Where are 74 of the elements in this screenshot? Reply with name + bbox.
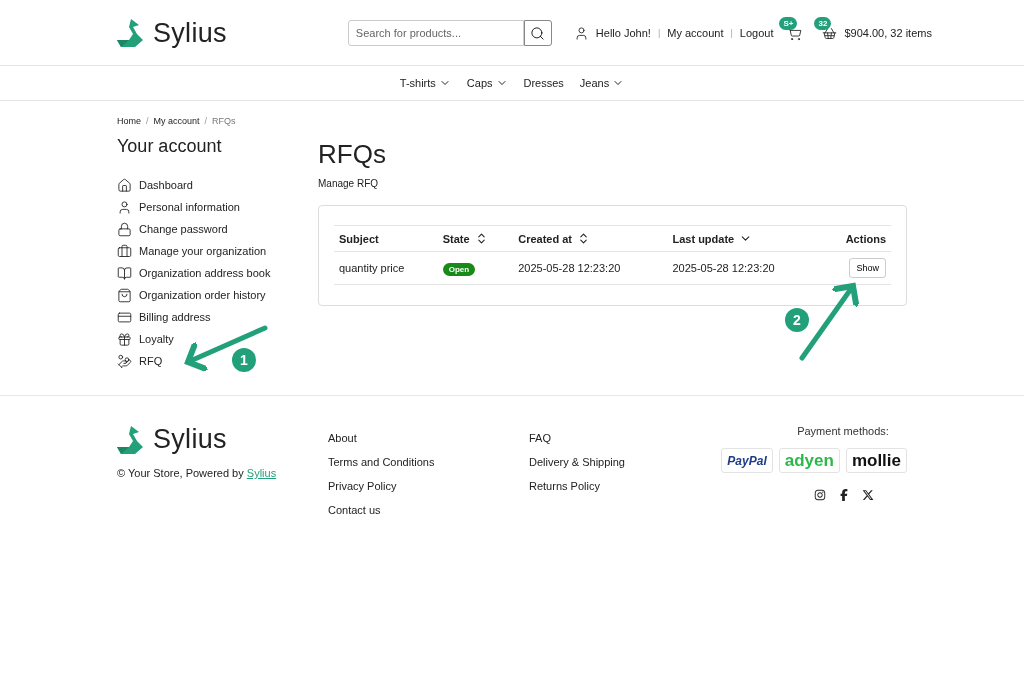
column-header: Actions — [821, 225, 891, 252]
breadcrumb-link[interactable]: Home — [117, 116, 141, 126]
facebook-icon[interactable] — [838, 489, 850, 501]
table-cell: quantity price — [334, 251, 438, 285]
footer-link[interactable]: Privacy Policy — [328, 480, 529, 492]
step-number-badge: 2 — [785, 308, 809, 332]
sidebar-item[interactable]: Organization order history — [117, 284, 266, 306]
page-title: RFQs — [318, 139, 387, 170]
user-icon — [117, 199, 132, 215]
footer-link[interactable]: Terms and Conditions — [328, 456, 529, 468]
sidebar-item[interactable]: Billing address — [117, 306, 211, 328]
card-icon — [117, 309, 132, 325]
payment-logo: mollie — [845, 448, 907, 473]
step-number-badge: 1 — [232, 348, 256, 372]
separator: | — [657, 28, 661, 38]
nav-item[interactable]: Dresses — [523, 77, 564, 89]
sidebar-item[interactable]: RFQ — [117, 350, 163, 372]
x-icon[interactable] — [862, 489, 874, 501]
compare-badge: S+ — [779, 16, 798, 30]
nav-item[interactable]: Caps — [466, 77, 508, 89]
payment-title: Payment methods: — [796, 425, 890, 437]
footer-link[interactable]: Contact us — [328, 504, 529, 516]
book-icon — [117, 265, 132, 281]
footer-link[interactable]: FAQ — [529, 432, 719, 444]
footer-link[interactable]: Delivery & Shipping — [529, 456, 719, 468]
payment-logo: PayPal — [721, 448, 773, 473]
lock-icon — [117, 221, 132, 237]
account-link[interactable]: Logout — [739, 27, 774, 39]
separator: | — [730, 28, 733, 38]
home-icon — [117, 177, 132, 193]
sidebar-item[interactable]: Organization address book — [117, 262, 271, 284]
table-cell: 2025-05-28 12:23:20 — [667, 251, 822, 285]
footer-link[interactable]: About — [328, 432, 529, 444]
breadcrumb-link[interactable]: My account — [153, 116, 200, 126]
account-link[interactable]: My account — [667, 27, 724, 39]
bag-icon — [117, 287, 132, 303]
sidebar-item[interactable]: Manage your organization — [117, 240, 267, 262]
sidebar-item[interactable]: Change password — [117, 218, 228, 240]
breadcrumb-separator: / — [204, 116, 208, 126]
column-header[interactable]: State — [437, 225, 514, 252]
gift-icon — [117, 331, 132, 347]
page-subtitle: Manage RFQ — [318, 178, 380, 189]
footer-link[interactable]: Returns Policy — [529, 480, 719, 492]
sidebar-item[interactable]: Loyalty — [117, 328, 174, 350]
column-header: Subject — [334, 225, 438, 252]
search-icon — [530, 25, 546, 41]
column-header[interactable]: Last update — [667, 225, 822, 252]
sidebar-title: Your account — [117, 136, 223, 157]
user-icon — [573, 25, 589, 41]
show-button[interactable]: Show — [849, 258, 886, 278]
breadcrumb-link[interactable]: RFQs — [212, 116, 236, 126]
table-cell: 2025-05-28 12:23:20 — [513, 251, 668, 285]
copyright-text: © Your Store, Powered by Sylius — [117, 467, 278, 479]
nav-item[interactable]: T-shirts — [399, 77, 451, 89]
nav-item[interactable]: Jeans — [579, 77, 625, 89]
sidebar-item[interactable]: Dashboard — [117, 174, 193, 196]
state-badge: Open — [442, 263, 476, 276]
sidebar-item[interactable]: Personal information — [117, 196, 240, 218]
instagram-icon[interactable] — [814, 489, 826, 501]
cart-count-badge: 32 — [814, 16, 832, 30]
column-header[interactable]: Created at — [513, 225, 668, 252]
logo-text[interactable]: Sylius — [153, 424, 227, 455]
logo-icon — [117, 424, 145, 455]
cart-total[interactable]: $904.00, 32 items — [844, 27, 932, 39]
hand-icon — [117, 353, 132, 369]
breadcrumb-separator: / — [146, 116, 149, 126]
logo-text[interactable]: Sylius — [153, 17, 227, 49]
briefcase-icon — [117, 243, 132, 259]
search-button[interactable] — [523, 20, 552, 46]
logo-icon — [117, 18, 145, 48]
greeting-text: Hello John! — [595, 27, 651, 39]
basket-icon[interactable] — [822, 25, 838, 41]
payment-logo: adyen — [778, 448, 840, 473]
search-field[interactable]: Search for products... — [347, 20, 524, 46]
